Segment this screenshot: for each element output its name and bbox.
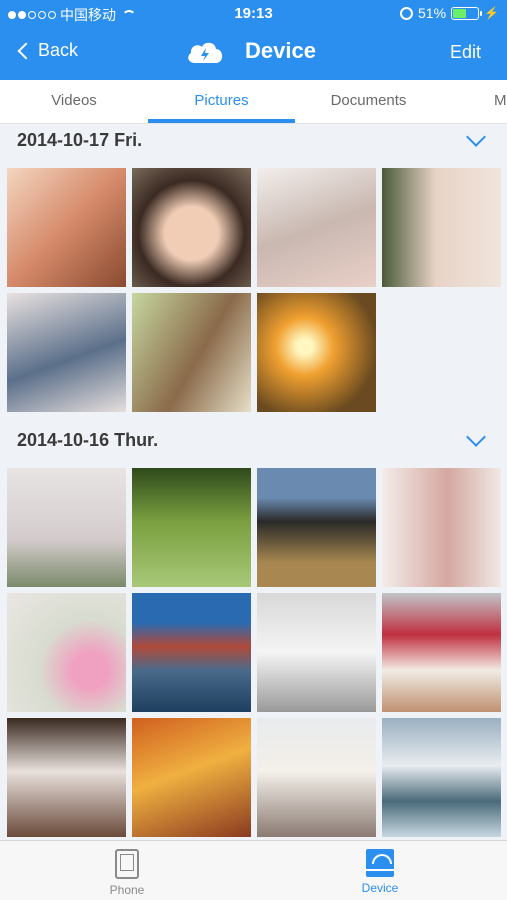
photo-thumbnail[interactable] [257,293,376,412]
photo-thumbnail[interactable] [132,468,251,587]
photo-thumbnail[interactable] [132,718,251,837]
phone-icon [115,849,139,879]
photo-image [132,468,251,587]
back-button[interactable]: Back [17,40,79,61]
tab-more[interactable]: M [442,80,507,123]
photo-image [7,593,126,712]
photo-thumbnail[interactable] [132,168,251,287]
tab-pictures[interactable]: Pictures [148,80,295,123]
photo-image [257,718,376,837]
photo-image [382,718,501,837]
photo-image [257,168,376,287]
top-bar: 中国移动 19:13 51% ⚡ Back Device Edit [0,0,507,80]
photo-thumbnail[interactable] [257,168,376,287]
cloud-bolt-icon [185,39,225,63]
bottom-tab-bar: Phone Device [0,840,507,900]
chevron-down-icon[interactable] [466,127,486,147]
photo-image [382,168,501,287]
photo-thumbnail[interactable] [382,718,501,837]
photo-thumbnail[interactable] [7,593,126,712]
photo-image [7,468,126,587]
photo-image [132,718,251,837]
photo-image [7,168,126,287]
chevron-down-icon[interactable] [466,427,486,447]
category-tabs: Videos Pictures Documents M [0,80,507,124]
photo-thumbnail[interactable] [7,718,126,837]
battery-percent: 51% [418,5,447,21]
tab-device[interactable]: Device [320,849,440,895]
nav-bar: Back Device Edit [0,28,507,80]
photo-thumbnail[interactable] [132,593,251,712]
photo-thumbnail[interactable] [257,468,376,587]
section-header: 2014-10-17 Fri. [0,124,507,164]
edit-button[interactable]: Edit [450,42,481,63]
orientation-lock-icon [400,6,414,20]
charging-icon: ⚡ [484,6,499,20]
photo-image [7,293,126,412]
section-date: 2014-10-17 Fri. [17,130,143,150]
status-bar: 中国移动 19:13 51% ⚡ [0,0,507,28]
photo-image [132,293,251,412]
photo-thumbnail[interactable] [382,468,501,587]
photo-thumbnail[interactable] [7,468,126,587]
photo-thumbnail[interactable] [257,593,376,712]
photo-image [382,593,501,712]
tab-device-label: Device [361,881,399,895]
device-wifi-icon [366,849,394,877]
photo-image [257,468,376,587]
back-label: Back [38,40,79,60]
tab-documents[interactable]: Documents [295,80,442,123]
section-date: 2014-10-16 Thur. [17,430,159,450]
chevron-left-icon [17,42,35,59]
photo-thumbnail[interactable] [7,168,126,287]
photo-thumbnail[interactable] [382,168,501,287]
photo-image [132,593,251,712]
status-right: 51% ⚡ [400,5,499,21]
section-header: 2014-10-16 Thur. [0,424,507,464]
photo-thumbnail[interactable] [7,293,126,412]
tab-phone-label: Phone [109,883,145,897]
photo-image [7,718,126,837]
page-title: Device [245,38,316,63]
photo-list[interactable]: 2014-10-17 Fri. 2014-10-16 Thur. [0,124,507,840]
photo-image [132,168,251,287]
battery-icon [451,6,483,20]
photo-thumbnail[interactable] [132,293,251,412]
photo-thumbnail[interactable] [382,593,501,712]
photo-image [382,468,501,587]
title-group: Device [185,38,316,64]
photo-image [257,293,376,412]
tab-phone[interactable]: Phone [67,849,187,897]
photo-thumbnail[interactable] [257,718,376,837]
tab-videos[interactable]: Videos [0,80,148,123]
photo-image [257,593,376,712]
tab-indicator [148,119,295,123]
